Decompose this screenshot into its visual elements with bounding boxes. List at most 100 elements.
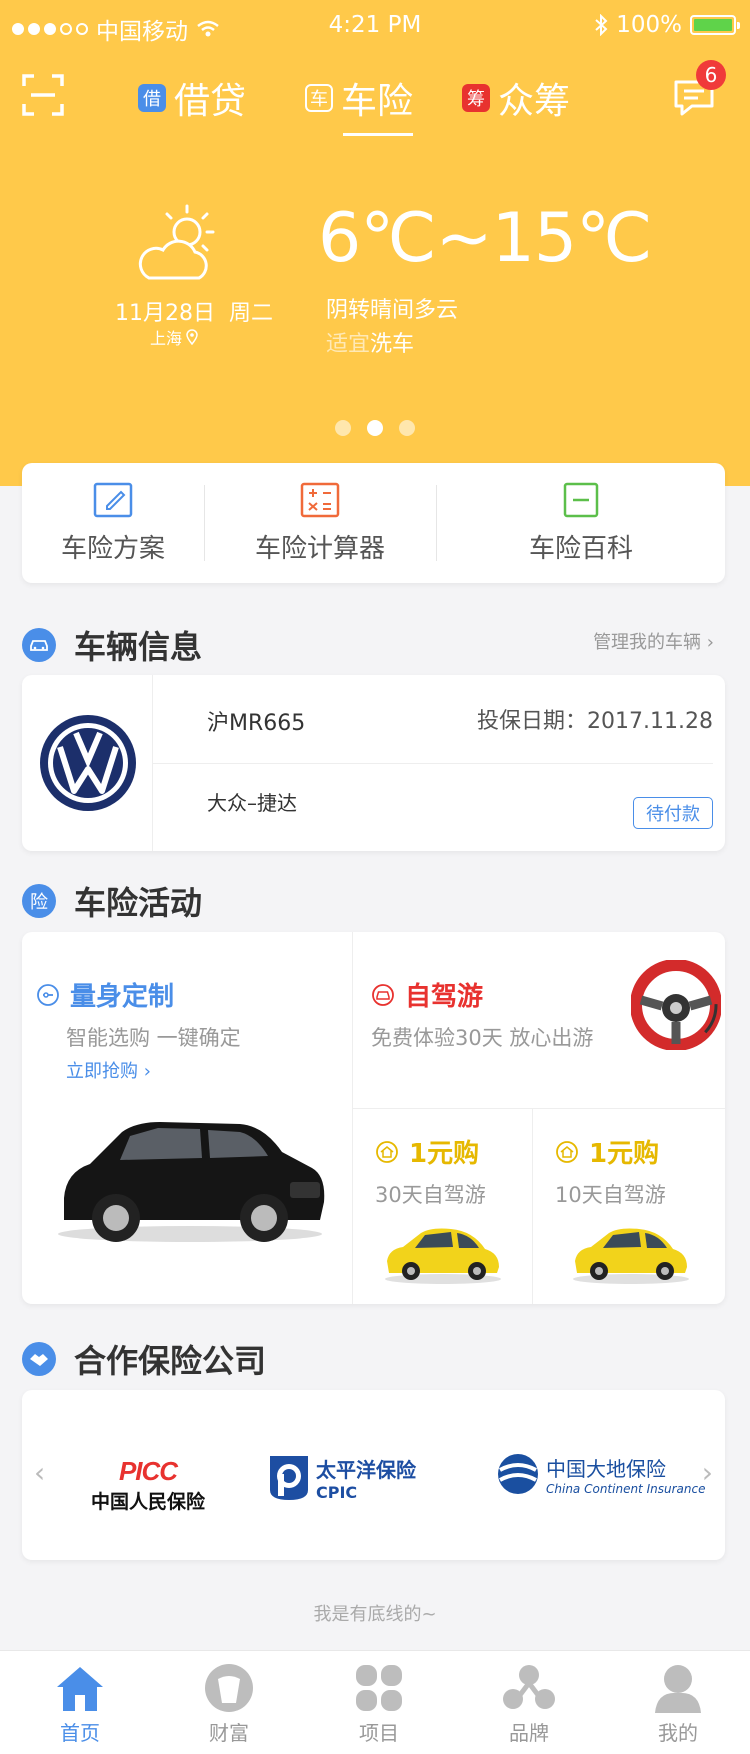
roadtrip-title-text: 自驾游 <box>405 982 484 1012</box>
deal-subtitle: 30天自驾游 <box>375 1183 486 1207</box>
section-title: 合作保险公司 <box>74 1342 267 1380</box>
weather-date: 11月28日 周二 <box>115 295 273 327</box>
top-tabs: 借 借贷 车 车险 筹 众筹 <box>0 70 750 140</box>
activity-deal-30[interactable]: 1元购 30天自驾游 <box>353 1109 532 1304</box>
tab-loan[interactable]: 借 借贷 <box>138 70 246 126</box>
custom-title-text: 量身定制 <box>70 982 175 1012</box>
activity-roadtrip[interactable]: 自驾游 免费体验30天 放心出游 <box>353 932 725 1108</box>
loan-tag: 借 <box>138 84 166 112</box>
nav-label: 项目 <box>359 1721 399 1745</box>
partner-name: 太平洋保险 <box>316 1458 416 1482</box>
weather-advice: 适宜洗车 <box>326 326 414 358</box>
tab-car-insurance-label: 车险 <box>341 81 414 122</box>
wealth-icon <box>205 1664 253 1712</box>
handshake-icon <box>22 1342 56 1376</box>
custom-subtitle: 智能选购 一键确定 <box>66 1026 241 1050</box>
nav-label: 品牌 <box>509 1721 549 1745</box>
partner-picc[interactable]: PICC 中国人民保险 <box>78 1456 218 1514</box>
tab-loan-label: 借贷 <box>174 81 247 122</box>
partner-en: China Continent Insurance <box>546 1481 706 1496</box>
city-name: 上海 <box>150 329 183 348</box>
chevron-right-icon[interactable]: › <box>702 1456 713 1489</box>
deal-title-text: 1元购 <box>409 1139 480 1169</box>
status-badge[interactable]: 待付款 <box>633 797 713 829</box>
quick-action-calculator[interactable]: 车险计算器 <box>205 463 435 583</box>
section-activity-header: 险 车险活动 <box>22 878 202 924</box>
activity-deal-10[interactable]: 1元购 10天自驾游 <box>533 1109 725 1304</box>
quick-action-label: 车险百科 <box>528 533 633 564</box>
date-text: 11月28日 <box>115 301 215 326</box>
partner-ccic[interactable]: 中国大地保险 China Continent Insurance <box>496 1452 705 1496</box>
insurance-icon: 险 <box>22 884 56 918</box>
nav-projects[interactable]: 项目 <box>339 1663 419 1746</box>
deal-title-text: 1元购 <box>589 1139 660 1169</box>
section-partners-header: 合作保险公司 <box>22 1336 266 1382</box>
pager-dot[interactable] <box>335 420 351 436</box>
roadtrip-title: 自驾游 <box>371 976 483 1013</box>
active-tab-indicator <box>343 133 414 136</box>
volkswagen-logo <box>40 715 136 811</box>
partner-cpic[interactable]: 太平洋保险 CPIC <box>268 1454 416 1502</box>
user-icon <box>655 1665 701 1713</box>
steering-wheel-image <box>631 960 721 1050</box>
quick-action-plan[interactable]: 车险方案 <box>22 463 204 583</box>
license-plate: 沪MR665 <box>207 711 306 736</box>
roadtrip-subtitle: 免费体验30天 放心出游 <box>371 1026 594 1050</box>
quick-action-encyclopedia[interactable]: 车险百科 <box>437 463 725 583</box>
nav-home[interactable]: 首页 <box>40 1663 120 1746</box>
status-right: 100% <box>594 12 740 38</box>
location-pin-icon <box>186 329 198 345</box>
tab-car-insurance[interactable]: 车 车险 <box>305 70 414 136</box>
insure-date-value: 2017.11.28 <box>587 709 713 734</box>
nav-label: 财富 <box>209 1721 249 1745</box>
message-badge: 6 <box>696 60 726 90</box>
tab-crowdfunding[interactable]: 筹 众筹 <box>462 70 570 126</box>
cloudy-sun-icon <box>138 204 215 280</box>
yellow-car-image <box>573 1228 689 1284</box>
vehicle-card[interactable]: 沪MR665 投保日期：2017.11.28 大众–捷达 待付款 <box>22 675 725 851</box>
status-bar: 中国移动 4:21 PM 100% <box>0 0 750 54</box>
partner-name: 中国大地保险 <box>546 1456 666 1481</box>
weather-city[interactable]: 上海 <box>150 325 198 349</box>
section-title: 车险活动 <box>74 884 203 922</box>
pager-dot[interactable] <box>399 420 415 436</box>
car-tag: 车 <box>305 84 333 112</box>
footer-note: 我是有底线的~ <box>313 1604 437 1625</box>
tab-crowdfunding-label: 众筹 <box>498 81 571 122</box>
calculator-icon <box>300 482 340 517</box>
cpic-logo <box>270 1456 308 1500</box>
edit-icon <box>93 482 133 517</box>
weekday-text: 周二 <box>229 301 274 326</box>
quick-actions-card: 车险方案 车险计算器 车险百科 <box>22 463 725 583</box>
battery-icon <box>690 15 740 35</box>
picc-logo: PICC <box>118 1456 178 1486</box>
section-title: 车辆信息 <box>74 628 203 666</box>
activity-custom[interactable]: 量身定制 智能选购 一键确定 立即抢购 › <box>22 932 352 1304</box>
buy-now-label: 立即抢购 <box>66 1061 138 1082</box>
divider <box>152 763 713 764</box>
carousel-pager <box>335 420 415 436</box>
advice-prefix: 适宜 <box>326 332 371 357</box>
yellow-car-image <box>385 1228 501 1284</box>
book-icon <box>563 482 599 517</box>
crowdfunding-tag: 筹 <box>462 84 490 112</box>
battery-percent: 100% <box>616 12 682 38</box>
bottom-nav: 首页 财富 项目 品牌 我的 <box>0 1650 750 1754</box>
car-icon <box>22 628 56 662</box>
weather-condition: 阴转晴间多云 <box>326 298 459 323</box>
home-icon <box>376 1140 398 1163</box>
vehicle-model: 大众–捷达 <box>207 791 297 815</box>
deal-title: 1元购 <box>555 1133 659 1170</box>
message-button[interactable]: 6 <box>672 60 726 118</box>
insure-date: 投保日期：2017.11.28 <box>477 703 713 735</box>
partners-card: ‹ PICC 中国人民保险 太平洋保险 CPIC 中国大地保险 China Co… <box>22 1390 725 1560</box>
settings-icon <box>37 983 59 1006</box>
nav-profile[interactable]: 我的 <box>638 1663 718 1746</box>
pager-dot-active[interactable] <box>367 420 383 436</box>
nav-brands[interactable]: 品牌 <box>489 1663 569 1746</box>
buy-now-link[interactable]: 立即抢购 › <box>66 1057 151 1083</box>
manage-vehicles-link[interactable]: 管理我的车辆 › <box>593 628 714 654</box>
nav-wealth[interactable]: 财富 <box>189 1663 269 1746</box>
insure-date-label: 投保日期： <box>477 709 588 734</box>
chevron-left-icon[interactable]: ‹ <box>34 1456 45 1489</box>
